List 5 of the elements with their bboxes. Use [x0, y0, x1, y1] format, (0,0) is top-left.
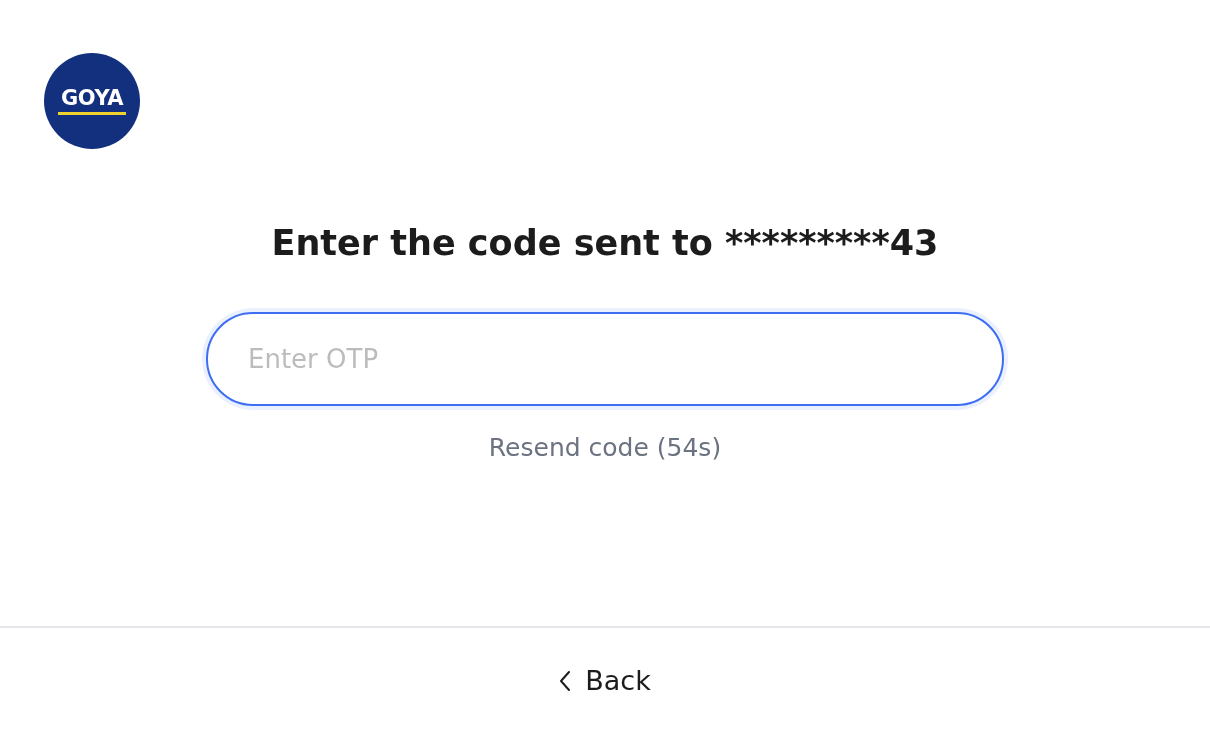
- back-button[interactable]: Back: [559, 660, 651, 702]
- logo-text: GOYA: [61, 87, 123, 109]
- heading: Enter the code sent to *********43: [271, 222, 939, 264]
- otp-field[interactable]: Enter OTP: [206, 312, 1004, 406]
- chevron-left-icon: [559, 670, 572, 692]
